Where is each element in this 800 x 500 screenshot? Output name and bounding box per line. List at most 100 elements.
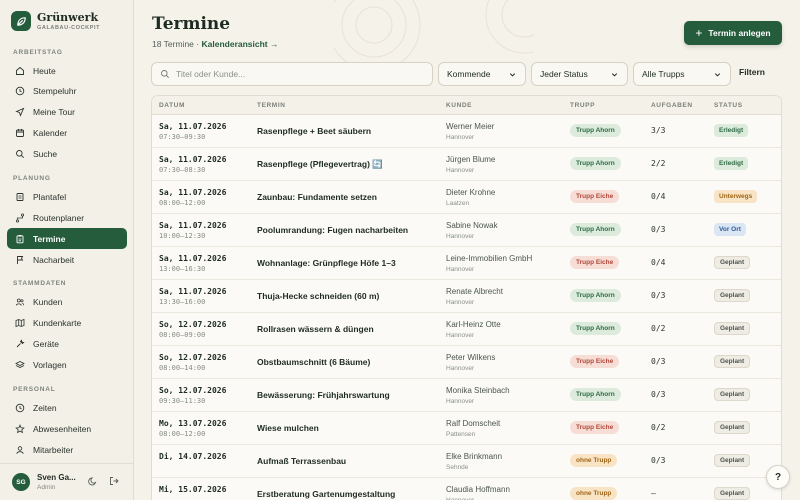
search-icon	[16, 149, 25, 158]
board-icon	[16, 192, 24, 201]
table-row[interactable]: So, 12.07.2026 08:00–14:00 Obstbaumschnitt…	[152, 346, 781, 379]
sidebar-item-label: Routenplaner	[33, 212, 85, 223]
star-icon	[15, 423, 25, 433]
row-tasks: 3/3	[651, 126, 666, 135]
column-header-date[interactable]: DATUM	[159, 102, 185, 109]
trupp-badge: Trupp Eiche	[570, 190, 620, 203]
sidebar-item-suche[interactable]: Suche	[7, 143, 127, 164]
sidebar-item-geraete[interactable]: Geräte	[7, 333, 127, 354]
row-title: Zaunbau: Fundamente setzen	[257, 192, 377, 202]
table-row[interactable]: So, 12.07.2026 08:00–09:00 Rollrasen wässe…	[152, 313, 781, 346]
calendar-icon	[16, 128, 24, 137]
row-title: Wohnanlage: Grünpflege Höfe 1–3	[257, 258, 396, 268]
section-label-stammdaten: STAMMDATEN	[13, 280, 67, 287]
row-title: Obstbaumschnitt (6 Bäume)	[257, 357, 371, 367]
row-customer: Peter Wilkens	[446, 353, 496, 362]
row-date: Sa, 11.07.2026	[159, 254, 227, 263]
moon-icon[interactable]	[88, 476, 98, 486]
sidebar-item-kalender[interactable]: Kalender	[7, 122, 127, 143]
logout-icon[interactable]	[109, 476, 119, 486]
column-header-trupp[interactable]: TRUPP	[570, 102, 595, 109]
row-title: Wiese mulchen	[257, 423, 319, 433]
search-field[interactable]	[151, 62, 433, 86]
row-tasks: 0/3	[651, 225, 666, 234]
row-customer: Dieter Krohne	[446, 188, 496, 197]
time-filter-select[interactable]: Kommende	[438, 62, 526, 86]
chevron-down-icon	[509, 73, 516, 77]
sidebar-item-meine-tour[interactable]: Meine Tour	[7, 101, 127, 122]
table-row[interactable]: Sa, 11.07.2026 07:30–09:30 Rasenpflege + B…	[152, 115, 781, 148]
trupp-badge: ohne Trupp	[570, 487, 618, 500]
map-icon	[15, 318, 25, 327]
table-row[interactable]: Sa, 11.07.2026 08:00–12:00 Zaunbau: Fundam…	[152, 181, 781, 214]
chevron-down-icon	[714, 73, 721, 77]
filter-button[interactable]: Filtern	[739, 67, 765, 77]
sidebar-item-vorlagen[interactable]: Vorlagen	[7, 354, 127, 375]
sidebar-item-zeiten[interactable]: Zeiten	[7, 397, 127, 418]
trupp-filter-select[interactable]: Alle Trupps	[633, 62, 731, 86]
new-appointment-button[interactable]: + Termin anlegen	[684, 21, 782, 45]
row-time: 09:30–11:30	[159, 397, 206, 405]
column-header-customer[interactable]: KUNDE	[446, 102, 472, 109]
table-row[interactable]: Sa, 11.07.2026 13:00–16:30 Wohnanlage: Grü…	[152, 247, 781, 280]
trupp-badge: Trupp Ahorn	[570, 388, 621, 401]
row-city: Hannover	[446, 233, 475, 240]
row-city: Hannover	[446, 332, 475, 339]
column-header-status[interactable]: STATUS	[714, 102, 743, 109]
row-title: Thuja-Hecke schneiden (60 m)	[257, 291, 380, 301]
sidebar-item-termine[interactable]: Termine	[7, 228, 127, 249]
trupp-badge: ohne Trupp	[570, 454, 618, 467]
row-city: Hannover	[446, 365, 475, 372]
search-input[interactable]	[176, 69, 416, 79]
home-icon	[16, 66, 24, 75]
sidebar-item-heute[interactable]: Heute	[7, 60, 127, 81]
sidebar: Grünwerk GALABAU-COCKPIT ARBEITSTAG Heut…	[0, 0, 134, 500]
trupp-badge: Trupp Eiche	[570, 256, 620, 269]
sidebar-item-nacharbeit[interactable]: Nacharbeit	[7, 249, 127, 270]
table-row[interactable]: Sa, 11.07.2026 10:00–12:30 Poolumrandung: …	[152, 214, 781, 247]
row-customer: Sabine Nowak	[446, 221, 498, 230]
sidebar-item-stempeluhr[interactable]: Stempeluhr	[7, 80, 127, 101]
table-row[interactable]: Sa, 11.07.2026 07:30–08:30 Rasenpflege (Pf…	[152, 148, 781, 181]
column-header-title[interactable]: TERMIN	[257, 102, 286, 109]
search-icon	[161, 70, 170, 79]
help-button[interactable]: ?	[766, 465, 790, 489]
sidebar-item-mitarbeiter[interactable]: Mitarbeiter	[7, 439, 127, 460]
brand[interactable]: Grünwerk GALABAU-COCKPIT	[11, 11, 100, 31]
sidebar-item-kundenkarte[interactable]: Kundenkarte	[7, 312, 127, 333]
sidebar-item-kunden[interactable]: Kunden	[7, 291, 127, 312]
table-row[interactable]: So, 12.07.2026 09:30–11:30 Bewässerung: Fr…	[152, 379, 781, 412]
row-time: 13:30–16:00	[159, 298, 206, 306]
row-date: Di, 14.07.2026	[159, 452, 227, 461]
sidebar-item-routenplaner[interactable]: Routenplaner	[7, 207, 127, 228]
main-content: Termine 18 Termine · Kalenderansicht → +…	[134, 0, 800, 500]
status-badge: Unterwegs	[714, 190, 758, 203]
sidebar-item-label: Kalender	[33, 127, 68, 138]
table-row[interactable]: Sa, 11.07.2026 13:30–16:00 Thuja-Hecke sch…	[152, 280, 781, 313]
status-badge: Erledigt	[714, 124, 749, 137]
status-filter-select[interactable]: Jeder Status	[531, 62, 628, 86]
row-title: Poolumrandung: Fugen nacharbeiten	[257, 225, 409, 235]
clock-icon	[15, 403, 25, 412]
users-icon	[15, 298, 25, 306]
row-city: Hannover	[446, 134, 475, 141]
row-city: Pattensen	[446, 431, 476, 438]
column-header-tasks[interactable]: AUFGABEN	[651, 102, 693, 109]
sidebar-item-abwesenheiten[interactable]: Abwesenheiten	[7, 418, 127, 439]
trupp-badge: Trupp Ahorn	[570, 223, 621, 236]
row-time: 08:00–14:00	[159, 364, 206, 372]
flag-icon	[17, 255, 24, 264]
calendar-view-link[interactable]: Kalenderansicht →	[202, 39, 279, 49]
table-row[interactable]: Mi, 15.07.2026 Erstberatung Gartenumgesta…	[152, 478, 781, 500]
route-icon	[15, 212, 25, 223]
plus-icon: +	[695, 26, 703, 40]
status-filter-value: Jeder Status	[540, 69, 588, 79]
sidebar-item-plantafel[interactable]: Plantafel	[7, 186, 127, 207]
row-date: So, 12.07.2026	[159, 320, 227, 329]
table-row[interactable]: Di, 14.07.2026 Aufmaß Terrassenbau Elke Br…	[152, 445, 781, 478]
table-row[interactable]: Mo, 13.07.2026 08:00–12:00 Wiese mulchen Ra…	[152, 412, 781, 445]
separator: ·	[196, 39, 200, 49]
avatar[interactable]: SG	[12, 473, 30, 491]
sidebar-item-label: Kunden	[33, 296, 63, 307]
status-badge: Geplant	[714, 454, 751, 467]
